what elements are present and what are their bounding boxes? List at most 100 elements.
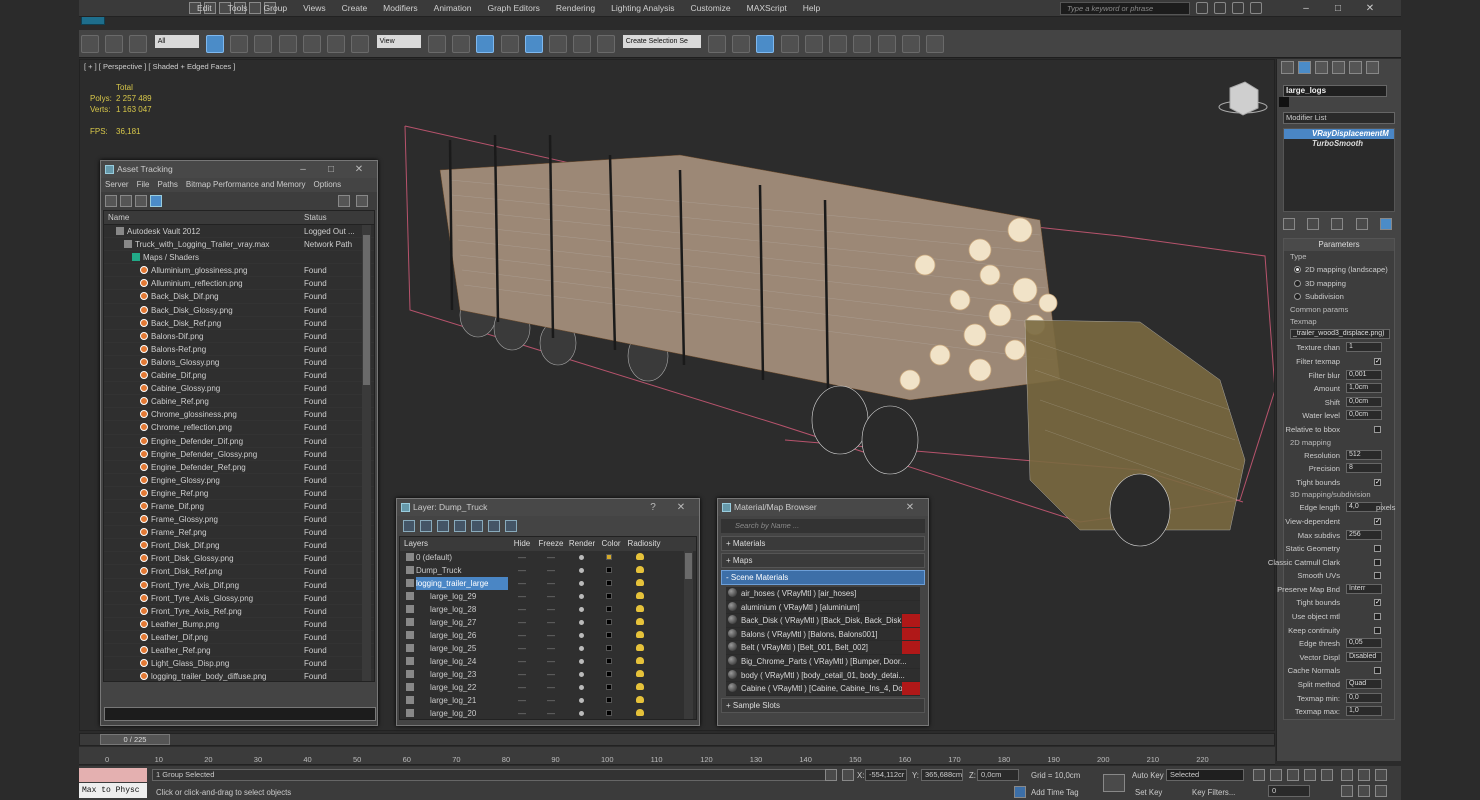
layer-name[interactable]: large_log_26 [430, 629, 508, 642]
col-radiosity[interactable]: Radiosity [624, 537, 664, 551]
freeze-toggle[interactable]: — [536, 616, 566, 629]
z-coord-field[interactable]: 0,0cm [977, 769, 1019, 781]
path-field[interactable] [104, 707, 376, 721]
material-item[interactable]: Back_Disk ( VRayMtl ) [Back_Disk, Back_D… [726, 614, 920, 628]
param-value-field[interactable]: 0,001 [1346, 369, 1382, 380]
material-item[interactable]: air_hoses ( VRayMtl ) [air_hoses] [726, 587, 920, 601]
render-setup-icon[interactable] [877, 35, 896, 53]
zoom-icon[interactable] [1341, 769, 1353, 781]
render-toggle[interactable] [566, 707, 596, 719]
manipulate-icon[interactable] [452, 35, 471, 53]
material-editor-icon[interactable] [853, 35, 872, 53]
table-row[interactable]: Front_Tyre_Axis_Dif.png Found [104, 579, 374, 592]
section-scene-materials[interactable]: - Scene Materials [721, 570, 925, 585]
layer-row[interactable]: large_log_22— — [400, 681, 696, 694]
layer-name[interactable]: large_log_23 [430, 668, 508, 681]
radiosity-toggle[interactable] [622, 564, 658, 577]
table-row[interactable]: Alluminium_glossiness.png Found [104, 264, 374, 278]
radiosity-toggle[interactable] [622, 616, 658, 629]
param-value-field[interactable]: 256 [1346, 529, 1382, 540]
render-icon[interactable] [926, 35, 945, 53]
asset-menu-server[interactable]: Server [101, 178, 133, 192]
viewport-label[interactable]: [ + ] [ Perspective ] [ Shaded + Edged F… [84, 62, 235, 71]
next-frame-icon[interactable] [1304, 769, 1316, 781]
table-row[interactable]: Front_Disk_Glossy.png Found [104, 552, 374, 566]
render-toggle[interactable] [566, 564, 596, 577]
menu-rendering[interactable]: Rendering [548, 0, 603, 17]
current-frame-field[interactable]: 0 [1268, 785, 1310, 797]
align-icon[interactable] [732, 35, 751, 53]
minimize-icon[interactable]: – [1290, 0, 1322, 17]
maximize-icon[interactable]: □ [317, 161, 345, 178]
make-unique-icon[interactable] [1331, 218, 1344, 230]
link-icon[interactable] [81, 35, 99, 53]
radiosity-toggle[interactable] [622, 642, 658, 655]
freeze-toggle[interactable]: — [536, 603, 566, 616]
layer-name[interactable]: large_log_20 [430, 707, 508, 719]
table-row[interactable]: Back_Disk_Ref.png Found [104, 317, 374, 330]
hierarchy-tab-icon[interactable] [1315, 61, 1328, 74]
close-icon[interactable]: ✕ [896, 499, 924, 516]
hide-toggle[interactable]: — [508, 668, 536, 681]
selection-filter-select[interactable]: All [154, 35, 199, 48]
param-value-field[interactable]: Interr [1346, 583, 1382, 594]
col-render[interactable]: Render [566, 537, 598, 551]
scroll-thumb[interactable] [363, 235, 370, 385]
keyboard-shortcut-icon[interactable] [476, 35, 495, 53]
param-checkbox[interactable] [1374, 425, 1381, 433]
col-color[interactable]: Color [598, 537, 624, 551]
select-highlighted-icon[interactable] [454, 520, 466, 532]
table-row[interactable]: Engine_Defender_Ref.png Found [104, 461, 374, 474]
layer-scrollbar[interactable] [684, 551, 693, 719]
layer-color[interactable] [596, 629, 622, 642]
asset-menu-options[interactable]: Options [310, 178, 346, 192]
hide-toggle[interactable]: — [508, 681, 536, 694]
col-hide[interactable]: Hide [508, 537, 536, 551]
layer-name[interactable]: large_log_27 [430, 616, 508, 629]
time-slider[interactable]: 0 / 225 [79, 733, 1275, 746]
layer-color[interactable] [596, 668, 622, 681]
snaps-icon[interactable] [500, 35, 519, 53]
table-row[interactable]: Leather_Ref.png Found [104, 644, 374, 658]
radiosity-toggle[interactable] [622, 577, 658, 590]
asset-menu-bitmap-performance-and-memory[interactable]: Bitmap Performance and Memory [182, 178, 310, 192]
freeze-toggle[interactable]: — [536, 668, 566, 681]
freeze-toggle[interactable]: — [536, 590, 566, 603]
table-row[interactable]: Leather_Dif.png Found [104, 631, 374, 644]
stack-item-vraydisplacement[interactable]: VRayDisplacementM [1284, 129, 1394, 139]
texmap-button[interactable]: _trailer_wood3_displace.png) [1290, 328, 1390, 339]
freeze-toggle[interactable]: — [536, 564, 566, 577]
display-tab-icon[interactable] [1349, 61, 1362, 74]
param-value-field[interactable]: 1 [1346, 342, 1382, 353]
table-row[interactable]: Balons_Glossy.png Found [104, 356, 374, 370]
curve-editor-icon[interactable] [804, 35, 823, 53]
layer-row[interactable]: 0 (default) — — [400, 551, 696, 564]
time-tag-icon[interactable] [1014, 786, 1026, 798]
prev-frame-icon[interactable] [1270, 769, 1282, 781]
radiosity-toggle[interactable] [622, 694, 658, 707]
layer-color[interactable] [596, 694, 622, 707]
table-row[interactable]: Engine_Ref.png Found [104, 487, 374, 500]
menu-group[interactable]: Group [256, 0, 296, 17]
configure-sets-icon[interactable] [1379, 218, 1392, 230]
layer-row[interactable]: large_log_24— — [400, 655, 696, 668]
refresh-icon[interactable] [105, 195, 117, 207]
hide-toggle[interactable]: — [508, 564, 536, 577]
layer-color[interactable] [596, 590, 622, 603]
layer-row[interactable]: large_log_20— — [400, 707, 696, 719]
table-row[interactable]: Frame_Glossy.png Found [104, 513, 374, 527]
layer-titlebar[interactable]: Layer: Dump_Truck ? ✕ [397, 499, 699, 516]
rect-region-icon[interactable] [254, 35, 273, 53]
table-row[interactable]: Alluminium_reflection.png Found [104, 277, 374, 291]
layer-row[interactable]: logging_trailer_large — — [400, 577, 696, 590]
hide-toggle[interactable]: — [508, 694, 536, 707]
auto-key-button[interactable]: Auto Key [1132, 771, 1164, 780]
reference-coord-select[interactable]: View [376, 35, 421, 48]
material-item[interactable]: Big_Chrome_Parts ( VRayMtl ) [Bumper, Do… [726, 654, 920, 669]
pan-icon[interactable] [1358, 785, 1370, 797]
render-toggle[interactable] [566, 694, 596, 707]
scroll-thumb[interactable] [685, 553, 692, 579]
render-toggle[interactable] [566, 603, 596, 616]
radiosity-toggle[interactable] [622, 668, 658, 681]
orbit-icon[interactable] [1375, 785, 1387, 797]
